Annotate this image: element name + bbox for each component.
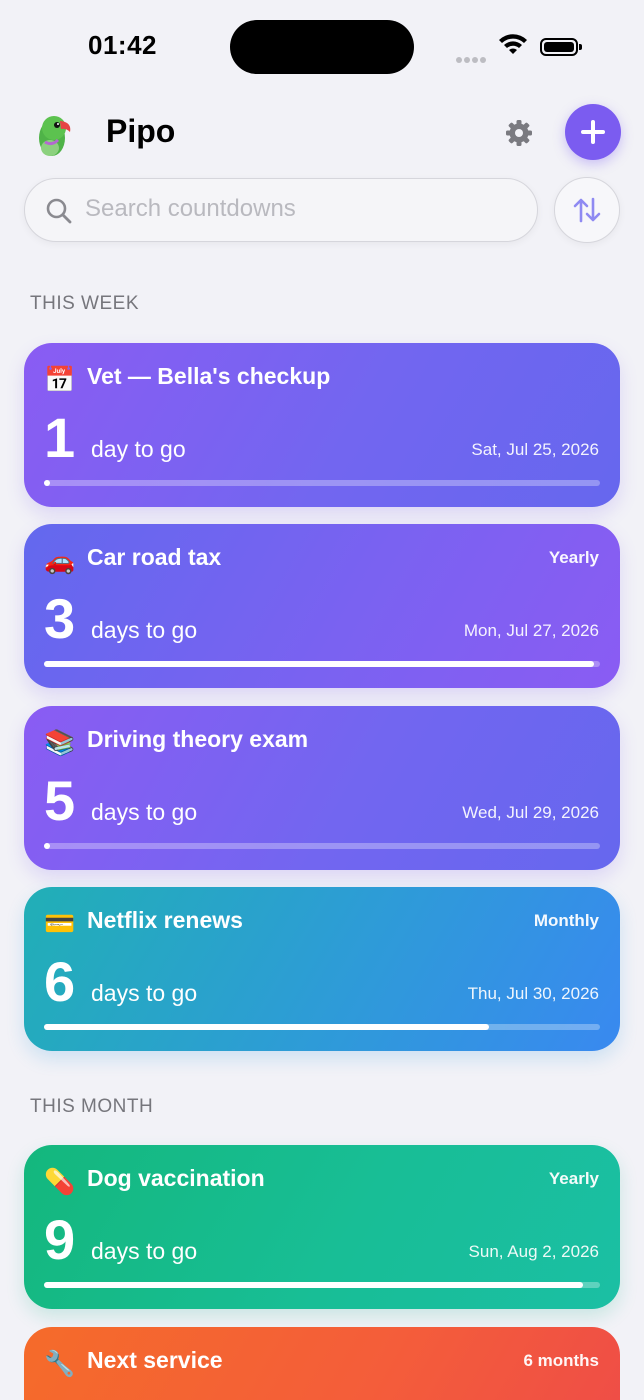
repeat-badge: Yearly bbox=[548, 548, 599, 567]
target-date: Wed, Jul 29, 2026 bbox=[462, 803, 599, 822]
pill-icon: 💊 bbox=[44, 1168, 76, 1196]
progress-fill bbox=[44, 1024, 489, 1030]
days-unit-label: days to go bbox=[91, 1238, 198, 1264]
status-bar: 01:42 bbox=[0, 0, 644, 90]
credit-card-icon: 💳 bbox=[44, 910, 76, 938]
section-header-this-week: THIS WEEK bbox=[30, 293, 140, 314]
progress-bar bbox=[44, 480, 600, 486]
countdown-title: Netflix renews bbox=[87, 907, 243, 933]
countdown-card[interactable]: 🚗 Car road tax Yearly 3 days to go Mon, … bbox=[24, 524, 620, 688]
days-count: 6 bbox=[44, 950, 76, 1013]
calendar-icon: 📅 bbox=[44, 366, 76, 394]
target-date: Mon, Jul 27, 2026 bbox=[463, 621, 599, 640]
add-countdown-button[interactable] bbox=[565, 104, 621, 160]
progress-bar bbox=[44, 661, 600, 667]
battery-icon bbox=[540, 38, 582, 56]
days-count: 5 bbox=[44, 769, 76, 832]
days-unit-label: days to go bbox=[91, 980, 198, 1006]
progress-bar bbox=[44, 1024, 600, 1030]
countdown-card[interactable]: 💊 Dog vaccination Yearly 9 days to go Su… bbox=[24, 1145, 620, 1309]
countdown-title: Driving theory exam bbox=[87, 726, 309, 752]
days-unit-label: days to go bbox=[91, 617, 198, 643]
dynamic-island bbox=[230, 20, 414, 74]
car-icon: 🚗 bbox=[44, 547, 76, 575]
days-unit-label: day to go bbox=[91, 436, 186, 462]
repeat-badge: Monthly bbox=[533, 911, 599, 930]
app-title: Pipo bbox=[106, 113, 176, 149]
countdown-title: Next service bbox=[87, 1347, 223, 1373]
sort-button[interactable] bbox=[554, 177, 620, 243]
target-date: Thu, Jul 30, 2026 bbox=[467, 984, 599, 1003]
progress-bar bbox=[44, 1282, 600, 1288]
progress-fill bbox=[44, 1282, 584, 1288]
countdown-title: Vet — Bella's checkup bbox=[87, 363, 331, 389]
status-time: 01:42 bbox=[88, 30, 157, 60]
sort-arrows-icon bbox=[573, 197, 601, 223]
days-count: 9 bbox=[44, 1208, 76, 1271]
plus-icon bbox=[581, 120, 605, 144]
gear-icon bbox=[506, 120, 532, 146]
repeat-badge: Yearly bbox=[548, 1169, 599, 1188]
parrot-logo-icon bbox=[39, 116, 71, 156]
target-date: Sun, Aug 2, 2026 bbox=[468, 1242, 599, 1261]
target-date: Sat, Jul 25, 2026 bbox=[471, 440, 599, 459]
cellular-signal-icon bbox=[456, 50, 488, 68]
wifi-icon bbox=[499, 34, 527, 54]
wrench-icon: 🔧 bbox=[44, 1350, 76, 1378]
repeat-badge: 6 months bbox=[523, 1351, 599, 1370]
countdown-title: Dog vaccination bbox=[87, 1165, 265, 1191]
countdown-card[interactable]: 📅 Vet — Bella's checkup 1 day to go Sat,… bbox=[24, 343, 620, 507]
progress-fill bbox=[44, 661, 595, 667]
countdown-card[interactable]: 📚 Driving theory exam 5 days to go Wed, … bbox=[24, 706, 620, 870]
countdown-title: Car road tax bbox=[87, 544, 222, 570]
search-icon bbox=[46, 198, 72, 224]
books-icon: 📚 bbox=[44, 729, 76, 757]
countdown-card[interactable]: 💳 Netflix renews Monthly 6 days to go Th… bbox=[24, 887, 620, 1051]
progress-bar bbox=[44, 843, 600, 849]
progress-fill bbox=[44, 480, 50, 486]
progress-fill bbox=[44, 843, 50, 849]
days-count: 3 bbox=[44, 587, 76, 650]
days-unit-label: days to go bbox=[91, 799, 198, 825]
countdown-card[interactable]: 🔧 Next service 6 months bbox=[24, 1327, 620, 1400]
settings-button[interactable] bbox=[500, 114, 538, 152]
search-input[interactable] bbox=[85, 179, 515, 239]
days-count: 1 bbox=[44, 406, 76, 469]
section-header-this-month: THIS MONTH bbox=[30, 1096, 154, 1117]
search-bar[interactable] bbox=[24, 178, 538, 242]
